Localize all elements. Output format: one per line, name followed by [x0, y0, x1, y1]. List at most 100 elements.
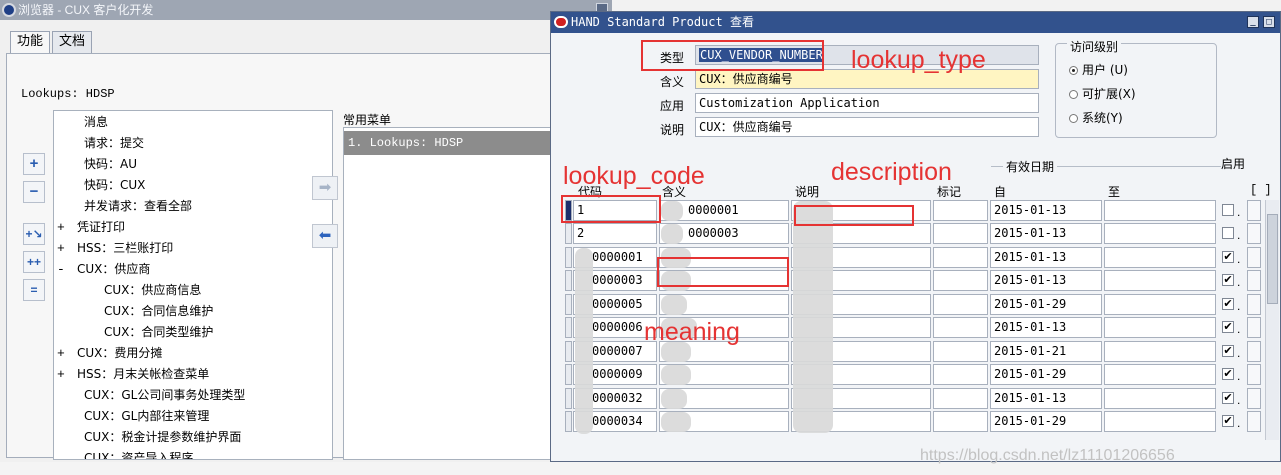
- collapse-icon[interactable]: −: [23, 181, 45, 203]
- description-field[interactable]: CUX：供应商编号: [695, 117, 1039, 137]
- enabled-checkbox[interactable]: ✔: [1222, 298, 1234, 310]
- row-dff-button[interactable]: [1247, 223, 1261, 244]
- enabled-checkbox[interactable]: ✔: [1222, 368, 1234, 380]
- from-date-cell[interactable]: 2015-01-13: [990, 200, 1102, 221]
- tab-functions[interactable]: 功能: [10, 31, 51, 54]
- tree-item[interactable]: 快码：CUX: [84, 175, 145, 195]
- tree-item[interactable]: - CUX：供应商: [57, 259, 150, 279]
- tag-cell[interactable]: [933, 317, 988, 338]
- tree-item[interactable]: CUX：GL内部往来管理: [84, 406, 209, 426]
- application-field[interactable]: Customization Application: [695, 93, 1039, 113]
- collapse-toggle-icon[interactable]: -: [57, 260, 77, 280]
- add-to-favorites-arrow-icon[interactable]: ➡: [312, 176, 338, 200]
- from-date-cell[interactable]: 2015-01-13: [990, 388, 1102, 409]
- tree-item[interactable]: CUX：合同类型维护: [104, 322, 213, 342]
- tree-item[interactable]: + CUX：费用分摊: [57, 343, 162, 363]
- tag-cell[interactable]: [933, 247, 988, 268]
- from-date-cell[interactable]: 2015-01-21: [990, 341, 1102, 362]
- tree-item[interactable]: 请求：提交: [84, 133, 144, 153]
- tree-item[interactable]: 消息: [84, 112, 108, 132]
- row-dff-button[interactable]: [1247, 411, 1261, 432]
- tag-cell[interactable]: [933, 223, 988, 244]
- to-date-cell[interactable]: [1104, 317, 1216, 338]
- enabled-checkbox[interactable]: ✔: [1222, 321, 1234, 333]
- to-date-cell[interactable]: [1104, 247, 1216, 268]
- row-indicator[interactable]: [565, 317, 572, 338]
- tree-item[interactable]: CUX：资产导入程序: [84, 448, 193, 459]
- to-date-cell[interactable]: [1104, 388, 1216, 409]
- radio-icon[interactable]: [1069, 90, 1078, 99]
- to-date-cell[interactable]: [1104, 294, 1216, 315]
- tree-item[interactable]: CUX：供应商信息: [104, 280, 201, 300]
- tag-cell[interactable]: [933, 411, 988, 432]
- expand-toggle-icon[interactable]: +: [57, 365, 77, 385]
- enabled-checkbox[interactable]: ✔: [1222, 274, 1234, 286]
- tag-cell[interactable]: [933, 341, 988, 362]
- to-date-cell[interactable]: [1104, 341, 1216, 362]
- tree-item[interactable]: CUX：GL公司间事务处理类型: [84, 385, 245, 405]
- tree-item[interactable]: + 凭证打印: [57, 217, 125, 237]
- radio-icon[interactable]: [1069, 114, 1078, 123]
- row-indicator[interactable]: [565, 388, 572, 409]
- from-date-cell[interactable]: 2015-01-13: [990, 247, 1102, 268]
- tree-item[interactable]: + HSS：三栏账打印: [57, 238, 173, 258]
- from-date-cell[interactable]: 2015-01-29: [990, 411, 1102, 432]
- to-date-cell[interactable]: [1104, 200, 1216, 221]
- from-date-cell[interactable]: 2015-01-29: [990, 364, 1102, 385]
- expand-toggle-icon[interactable]: +: [57, 218, 77, 238]
- expand-toggle-icon[interactable]: +: [57, 344, 77, 364]
- tree-item[interactable]: 快码：AU: [84, 154, 137, 174]
- vertical-scrollbar[interactable]: [1265, 200, 1279, 440]
- row-dff-button[interactable]: [1247, 247, 1261, 268]
- from-date-cell[interactable]: 2015-01-29: [990, 294, 1102, 315]
- expand-all-icon[interactable]: ++: [23, 251, 45, 273]
- row-indicator[interactable]: [565, 364, 572, 385]
- enabled-checkbox[interactable]: ✔: [1222, 345, 1234, 357]
- tree-item[interactable]: CUX：合同信息维护: [104, 301, 213, 321]
- expand-toggle-icon[interactable]: +: [57, 239, 77, 259]
- radio-selected-icon[interactable]: [1069, 66, 1078, 75]
- from-date-cell[interactable]: 2015-01-13: [990, 223, 1102, 244]
- row-dff-button[interactable]: [1247, 270, 1261, 291]
- row-indicator[interactable]: [565, 411, 572, 432]
- tag-cell[interactable]: [933, 364, 988, 385]
- row-dff-button[interactable]: [1247, 388, 1261, 409]
- scrollbar-thumb[interactable]: [1267, 214, 1278, 304]
- to-date-cell[interactable]: [1104, 270, 1216, 291]
- row-dff-button[interactable]: [1247, 294, 1261, 315]
- tree-item[interactable]: 并发请求：查看全部: [84, 196, 192, 216]
- to-date-cell[interactable]: [1104, 223, 1216, 244]
- tree-item[interactable]: CUX：税金计提参数维护界面: [84, 427, 241, 447]
- tag-cell[interactable]: [933, 388, 988, 409]
- row-dff-button[interactable]: [1247, 200, 1261, 221]
- tag-cell[interactable]: [933, 294, 988, 315]
- expand-branch-icon[interactable]: +↘: [23, 223, 45, 245]
- from-date-cell[interactable]: 2015-01-13: [990, 270, 1102, 291]
- radio-system[interactable]: 系统(Y): [1069, 109, 1123, 126]
- enabled-checkbox[interactable]: ✔: [1222, 251, 1234, 263]
- minimize-icon[interactable]: _: [1247, 16, 1259, 28]
- enabled-checkbox[interactable]: ✔: [1222, 392, 1234, 404]
- row-indicator[interactable]: [565, 294, 572, 315]
- row-indicator[interactable]: [565, 341, 572, 362]
- tree-item[interactable]: + HSS：月末关帐检查菜单: [57, 364, 209, 384]
- maximize-icon[interactable]: □: [1263, 16, 1275, 28]
- enabled-checkbox[interactable]: [1222, 227, 1234, 239]
- collapse-all-icon[interactable]: =: [23, 279, 45, 301]
- radio-user[interactable]: 用户 (U): [1069, 61, 1128, 78]
- row-dff-button[interactable]: [1247, 341, 1261, 362]
- enabled-checkbox[interactable]: ✔: [1222, 415, 1234, 427]
- to-date-cell[interactable]: [1104, 364, 1216, 385]
- row-indicator[interactable]: [565, 247, 572, 268]
- function-tree[interactable]: 消息 请求：提交 快码：AU 快码：CUX 并发请求：查看全部 + 凭证打印 + H…: [53, 110, 333, 460]
- row-indicator[interactable]: [565, 270, 572, 291]
- code-cell[interactable]: 2: [573, 223, 657, 244]
- from-date-cell[interactable]: 2015-01-13: [990, 317, 1102, 338]
- enabled-checkbox[interactable]: [1222, 204, 1234, 216]
- to-date-cell[interactable]: [1104, 411, 1216, 432]
- tab-documents[interactable]: 文档: [52, 31, 93, 53]
- row-indicator[interactable]: [565, 223, 572, 244]
- tag-cell[interactable]: [933, 270, 988, 291]
- expand-icon[interactable]: +: [23, 153, 45, 175]
- row-dff-button[interactable]: [1247, 364, 1261, 385]
